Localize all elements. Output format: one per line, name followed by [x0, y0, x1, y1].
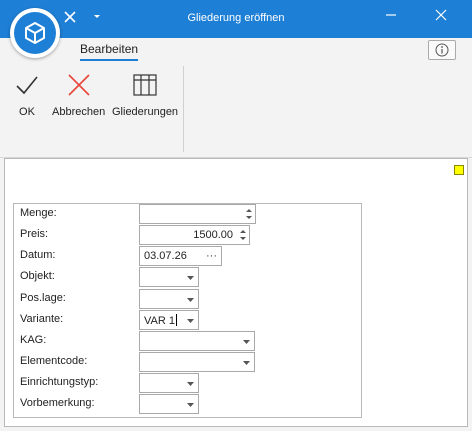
- spinner-icon[interactable]: [239, 228, 247, 242]
- window-title: Gliederung eröffnen: [187, 12, 285, 24]
- elementcode-label: Elementcode:: [20, 355, 88, 367]
- menge-field[interactable]: [139, 204, 256, 224]
- menge-label: Menge:: [20, 207, 57, 219]
- elementcode-select[interactable]: [139, 352, 255, 372]
- minimize-icon[interactable]: [384, 8, 398, 22]
- info-button[interactable]: [428, 40, 456, 60]
- cancel-button[interactable]: Abbrechen: [52, 72, 105, 118]
- ok-button[interactable]: OK: [14, 72, 40, 118]
- content-panel: Menge: Preis: 1500.00 Datum: 03.07.26 ··…: [4, 158, 468, 427]
- ok-label: OK: [19, 106, 35, 118]
- title-bar: Gliederung eröffnen: [0, 0, 472, 38]
- chevron-down-icon[interactable]: [243, 340, 250, 344]
- chevron-down-icon[interactable]: [187, 298, 194, 302]
- poslage-select[interactable]: [139, 289, 199, 309]
- app-logo[interactable]: [10, 8, 60, 58]
- chevron-down-icon[interactable]: [187, 276, 194, 280]
- date-picker-icon[interactable]: ···: [206, 250, 217, 262]
- cancel-label: Abbrechen: [52, 106, 106, 118]
- spinner-icon[interactable]: [245, 207, 253, 221]
- cube-icon: [25, 22, 45, 44]
- einrichtungstyp-select[interactable]: [139, 373, 199, 393]
- datum-label: Datum:: [20, 249, 56, 261]
- objekt-select[interactable]: [139, 267, 199, 287]
- ribbon-separator: [183, 66, 184, 152]
- chevron-down-icon[interactable]: [243, 361, 250, 365]
- chevron-down-icon[interactable]: [187, 319, 194, 323]
- outlines-button[interactable]: Gliederungen: [112, 72, 178, 118]
- cancel-icon: [68, 74, 90, 96]
- form-group: Menge: Preis: 1500.00 Datum: 03.07.26 ··…: [13, 203, 362, 418]
- kag-select[interactable]: [139, 331, 255, 351]
- datum-value: 03.07.26: [144, 250, 187, 262]
- preis-field[interactable]: 1500.00: [139, 225, 250, 245]
- datum-field[interactable]: 03.07.26 ···: [139, 246, 222, 266]
- chevron-down-icon[interactable]: [187, 382, 194, 386]
- einrichtungstyp-label: Einrichtungstyp:: [20, 376, 99, 388]
- vorbemerkung-select[interactable]: [139, 394, 199, 414]
- kag-label: KAG:: [20, 334, 47, 346]
- poslage-label: Pos.lage:: [20, 292, 66, 304]
- checkmark-icon: [16, 76, 38, 95]
- vorbemerkung-label: Vorbemerkung:: [20, 397, 95, 409]
- info-icon: [435, 43, 449, 57]
- window-close-icon[interactable]: [434, 8, 448, 22]
- table-icon: [133, 74, 157, 96]
- objekt-label: Objekt:: [20, 270, 55, 282]
- variante-value: VAR 1: [144, 315, 175, 327]
- status-marker: [454, 165, 464, 175]
- text-cursor: [175, 314, 177, 326]
- chevron-down-icon[interactable]: [187, 403, 194, 407]
- variante-label: Variante:: [20, 313, 64, 325]
- tab-bearbeiten[interactable]: Bearbeiten: [80, 42, 139, 61]
- preis-value: 1500.00: [193, 229, 233, 241]
- variante-select[interactable]: VAR 1: [139, 310, 199, 330]
- outlines-label: Gliederungen: [112, 106, 179, 118]
- preis-label: Preis:: [20, 228, 49, 240]
- ribbon: Bearbeiten OK Abbrechen Gliederungen: [0, 38, 472, 158]
